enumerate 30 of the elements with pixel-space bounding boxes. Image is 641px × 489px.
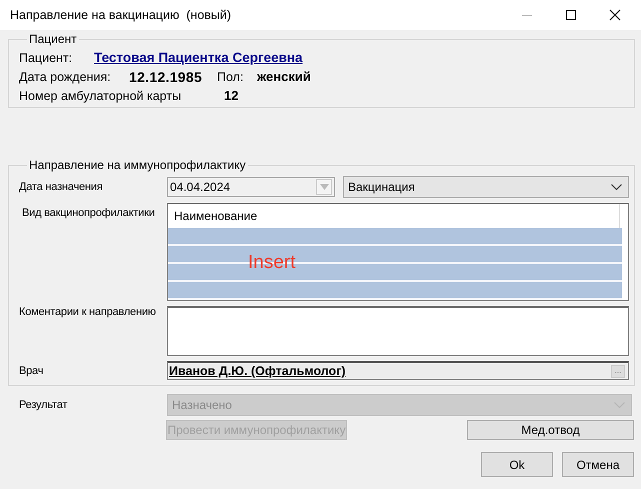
column-header: Наименование xyxy=(174,209,258,223)
table-row[interactable] xyxy=(168,228,622,246)
field-label: Врач xyxy=(19,364,44,376)
comment-field[interactable] xyxy=(167,306,629,356)
field-label: Пациент: xyxy=(19,50,74,64)
card-number: 12 xyxy=(224,88,238,103)
patient-link[interactable]: Тестовая Пациентка Сергеевна xyxy=(94,50,303,65)
group-title: Направление на иммунопрофилактику xyxy=(28,158,247,172)
field-label: Дата рождения: xyxy=(19,70,112,84)
field-label: Номер амбулаторной карты xyxy=(19,88,182,102)
maximize-icon xyxy=(565,9,577,21)
window-title: Направление на вакцинацию (новый) xyxy=(10,8,232,22)
type-dropdown[interactable]: Вакцинация xyxy=(343,176,629,198)
ok-button[interactable]: Ok xyxy=(481,452,553,477)
action-button[interactable]: Мед.отвод xyxy=(467,420,634,440)
close-icon xyxy=(609,9,621,21)
birth-date: 12.12.1985 xyxy=(129,68,204,84)
field-label: Пол: xyxy=(217,70,244,84)
cancel-button[interactable]: Отмена xyxy=(562,452,634,477)
field-label: Вид вакцинопрофилактики xyxy=(22,207,156,219)
field-label: Результат xyxy=(19,399,68,411)
insert-label: Insert xyxy=(248,252,296,274)
doctor-field[interactable]: Иванов Д.Ю. (Офтальмолог) ... xyxy=(167,361,629,380)
dropdown-icon xyxy=(320,184,328,190)
field-label: Коментарии к направлению xyxy=(19,306,157,318)
table-row[interactable] xyxy=(168,282,622,300)
field-label: Дата назначения xyxy=(19,181,104,193)
chevron-down-icon xyxy=(611,184,622,190)
group-title: Пациент xyxy=(28,32,78,46)
sex-value: женский xyxy=(257,69,311,84)
